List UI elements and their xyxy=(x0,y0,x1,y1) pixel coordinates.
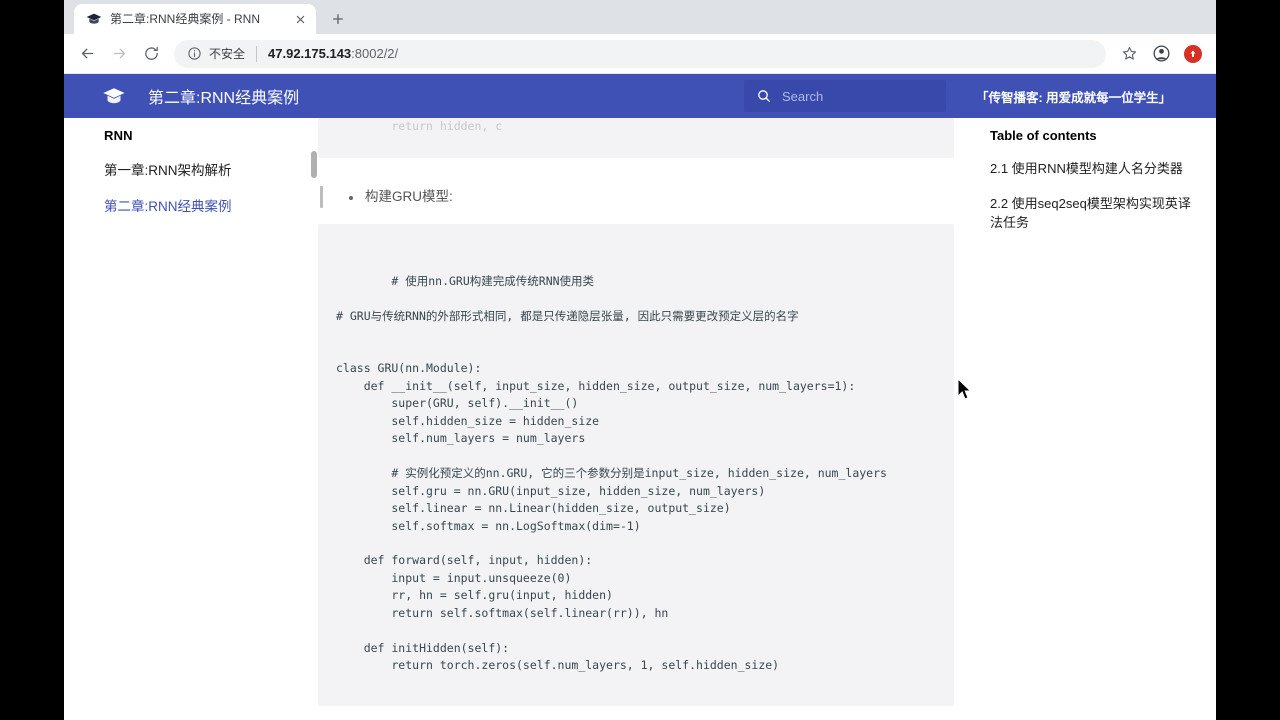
security-label: 不安全 xyxy=(209,47,246,61)
copy-icon[interactable] xyxy=(924,234,942,252)
url-host: 47.92.175.143 xyxy=(268,46,352,61)
search-box[interactable] xyxy=(744,80,946,112)
letterbox-left xyxy=(0,0,64,720)
new-tab-button[interactable] xyxy=(324,5,352,33)
omnibox-divider xyxy=(256,45,258,62)
toc-item-2-1[interactable]: 2.1 使用RNN模型构建人名分类器 xyxy=(990,159,1196,178)
table-of-contents: Table of contents 2.1 使用RNN模型构建人名分类器 2.2… xyxy=(974,118,1216,720)
letterbox-right xyxy=(1216,0,1280,720)
vertical-scrollbar[interactable] xyxy=(310,118,318,720)
search-input[interactable] xyxy=(782,88,934,104)
site-header: 第二章:RNN经典案例 「传智播客: 用爱成就每一位学生」 xyxy=(64,74,1216,118)
sidebar-item-chapter-2[interactable]: 第二章:RNN经典案例 xyxy=(104,195,318,215)
toc-heading: Table of contents xyxy=(990,128,1097,143)
reload-icon[interactable] xyxy=(136,39,166,69)
tab-title: 第二章:RNN经典案例 - RNN xyxy=(110,12,260,26)
code-block-partial-top: return hidden, c xyxy=(318,118,954,158)
page-body: RNN 第一章:RNN架构解析 第二章:RNN经典案例 return hidde… xyxy=(64,118,1216,720)
info-circle-icon[interactable] xyxy=(186,46,202,62)
url-path: :8002/2/ xyxy=(351,46,399,61)
star-icon[interactable] xyxy=(1114,39,1144,69)
main-content: return hidden, c 构建GRU模型: # 使用nn.GRU构建完成… xyxy=(318,118,974,720)
sidebar-item-chapter-1[interactable]: 第一章:RNN架构解析 xyxy=(104,159,318,179)
arrow-right-icon[interactable] xyxy=(104,39,134,69)
sidebar-nav: RNN 第一章:RNN架构解析 第二章:RNN经典案例 xyxy=(64,118,318,720)
graduation-cap-icon xyxy=(102,84,126,108)
extension-red-icon[interactable] xyxy=(1178,39,1208,69)
profile-avatar-icon[interactable] xyxy=(1146,39,1176,69)
page-title: 第二章:RNN经典案例 xyxy=(148,90,300,107)
browser-window: 第二章:RNN经典案例 - RNN 不安全 47.92.175.143:8002… xyxy=(64,0,1216,720)
scrollbar-thumb[interactable] xyxy=(311,151,317,178)
header-slogan: 「传智播客: 用爱成就每一位学生」 xyxy=(976,90,1172,105)
sidebar-heading: RNN xyxy=(104,128,133,143)
omnibox[interactable]: 不安全 47.92.175.143:8002/2/ xyxy=(174,39,1106,68)
browser-tab[interactable]: 第二章:RNN经典案例 - RNN xyxy=(74,4,316,34)
code-block-gru-model[interactable]: # 使用nn.GRU构建完成传统RNN使用类 # GRU与传统RNN的外部形式相… xyxy=(318,224,954,707)
tab-strip: 第二章:RNN经典案例 - RNN xyxy=(64,0,1216,34)
section-accent-bar xyxy=(320,186,323,208)
search-icon xyxy=(756,88,772,104)
section-build-gru: 构建GRU模型: xyxy=(320,186,954,208)
section-heading-build-gru: 构建GRU模型: xyxy=(349,186,453,208)
url-text: 47.92.175.143:8002/2/ xyxy=(268,46,398,61)
browser-toolbar: 不安全 47.92.175.143:8002/2/ xyxy=(64,34,1216,74)
arrow-left-icon[interactable] xyxy=(72,39,102,69)
graduation-cap-icon xyxy=(86,11,102,27)
close-icon[interactable] xyxy=(292,11,308,27)
toc-item-2-2[interactable]: 2.2 使用seq2seq模型架构实现英译法任务 xyxy=(990,194,1196,232)
code-text: # 使用nn.GRU构建完成传统RNN使用类 # GRU与传统RNN的外部形式相… xyxy=(336,273,887,673)
extension-badge xyxy=(1184,44,1202,63)
